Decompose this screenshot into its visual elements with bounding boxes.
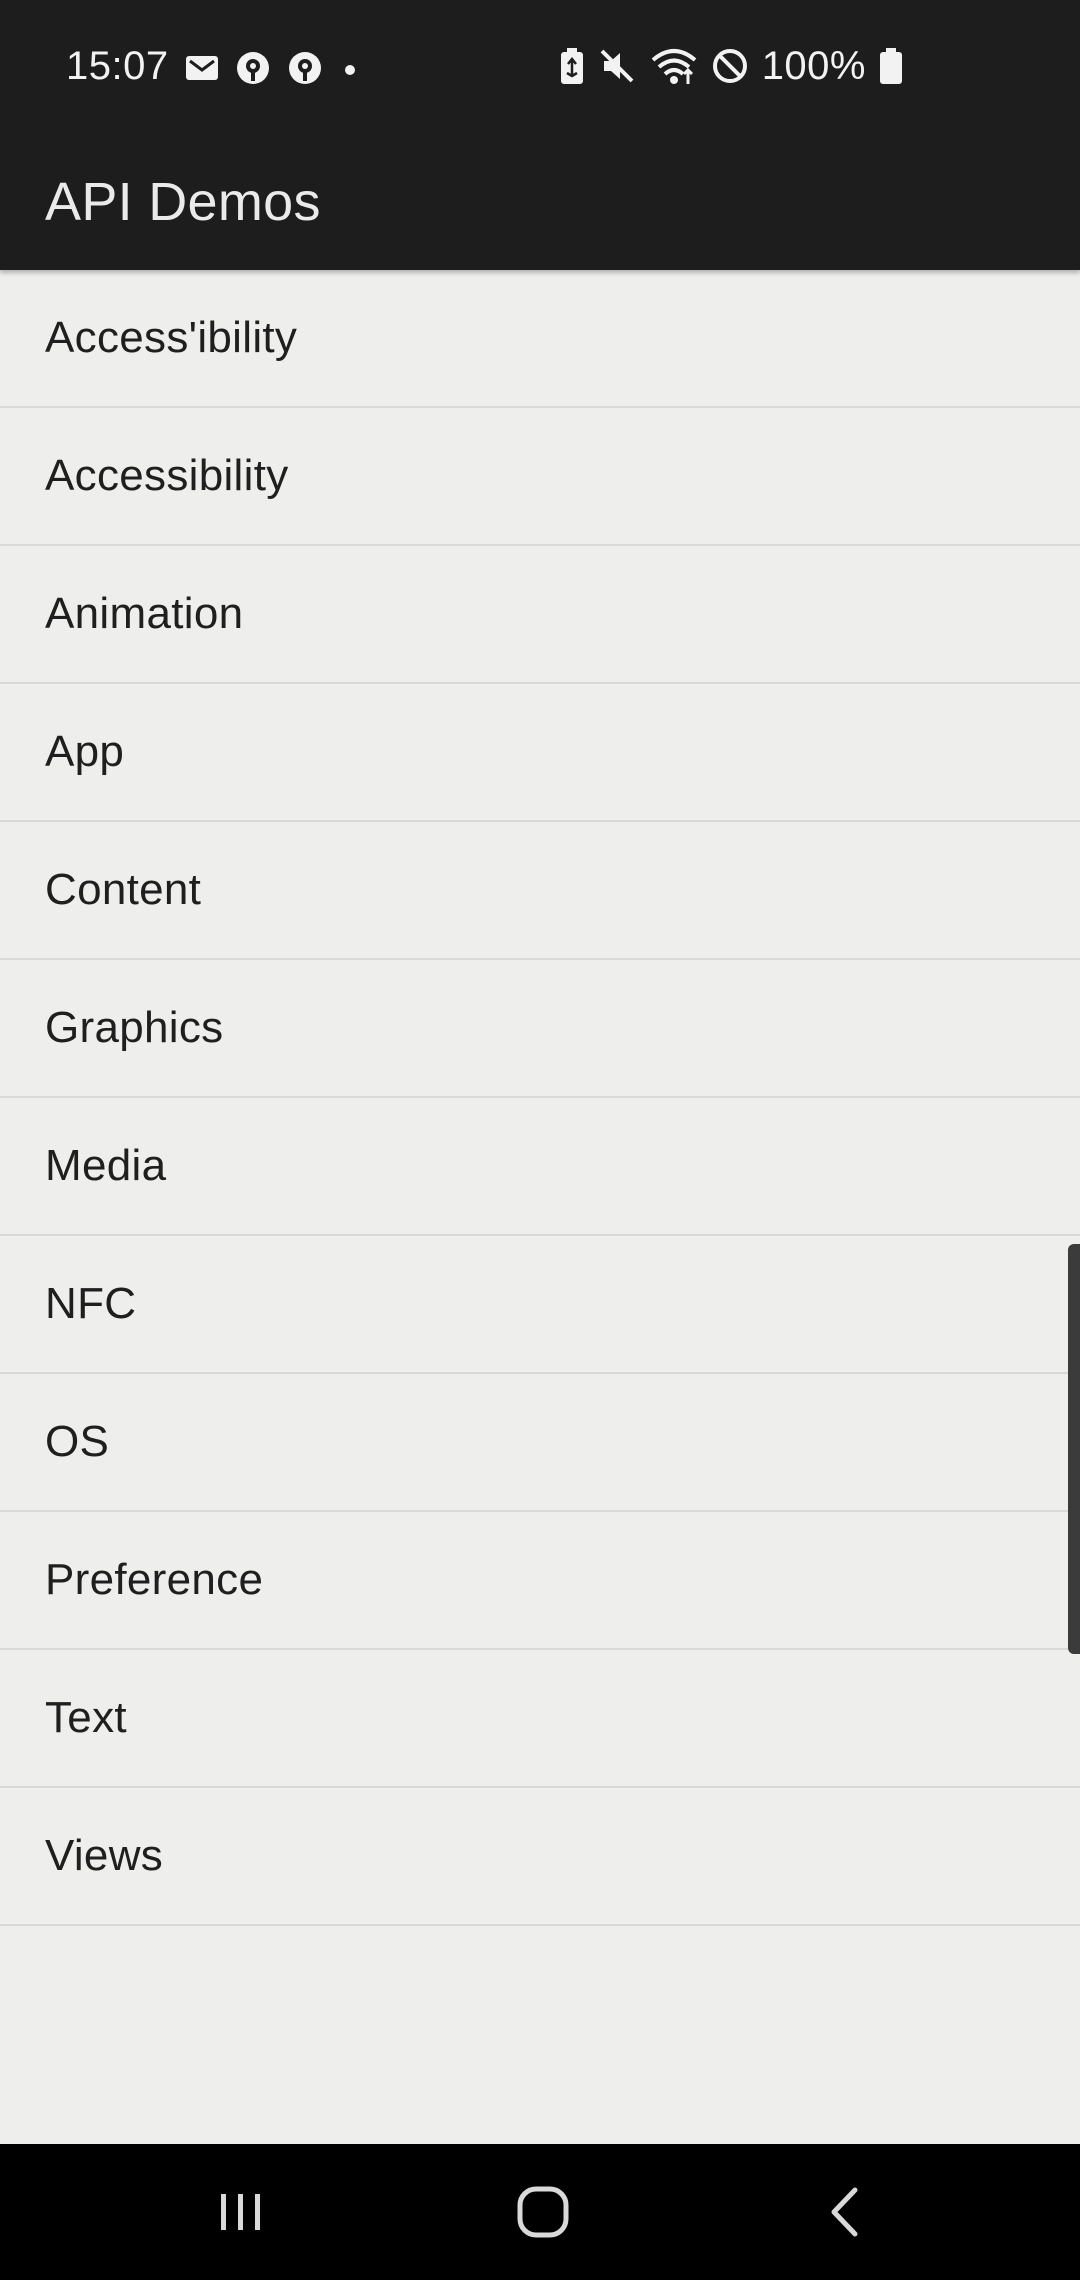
list-item-views[interactable]: Views (0, 1788, 1080, 1926)
recent-apps-button[interactable] (161, 2144, 321, 2280)
notification-dot-icon (338, 50, 362, 86)
app-bar: API Demos (0, 136, 1080, 270)
location-pin-icon (234, 49, 272, 87)
battery-saver-icon (558, 46, 586, 86)
list-item-os[interactable]: OS (0, 1374, 1080, 1512)
status-right-icons: 100% (558, 40, 904, 92)
back-icon (820, 2184, 870, 2240)
list-item-nfc[interactable]: NFC (0, 1236, 1080, 1374)
back-button[interactable] (765, 2144, 925, 2280)
list-item-app[interactable]: App (0, 684, 1080, 822)
status-time: 15:07 (66, 44, 169, 88)
page-title: API Demos (45, 172, 321, 232)
mute-icon (598, 46, 638, 86)
home-icon (515, 2184, 571, 2240)
status-bar: 15:07 100% (0, 0, 1080, 136)
wifi-icon (650, 46, 698, 86)
list-item-media[interactable]: Media (0, 1098, 1080, 1236)
list-item-animation[interactable]: Animation (0, 546, 1080, 684)
status-left-icons (184, 46, 362, 90)
location-pin-icon (286, 49, 324, 87)
recent-apps-icon (216, 2187, 266, 2237)
list-item-accessibility[interactable]: Accessibility (0, 408, 1080, 546)
battery-percent: 100% (761, 44, 866, 88)
navigation-bar (0, 2144, 1080, 2280)
list-item-access-ibility[interactable]: Access'ibility (0, 270, 1080, 408)
list-item-text[interactable]: Text (0, 1650, 1080, 1788)
list-item-preference[interactable]: Preference (0, 1512, 1080, 1650)
demo-list: Access'ibility Accessibility Animation A… (0, 270, 1080, 1926)
gmail-icon (184, 50, 220, 86)
do-not-disturb-icon (710, 46, 750, 86)
battery-icon (878, 46, 904, 86)
list-item-content[interactable]: Content (0, 822, 1080, 960)
scrollbar-thumb[interactable] (1068, 1244, 1080, 1654)
list-item-graphics[interactable]: Graphics (0, 960, 1080, 1098)
home-button[interactable] (463, 2144, 623, 2280)
